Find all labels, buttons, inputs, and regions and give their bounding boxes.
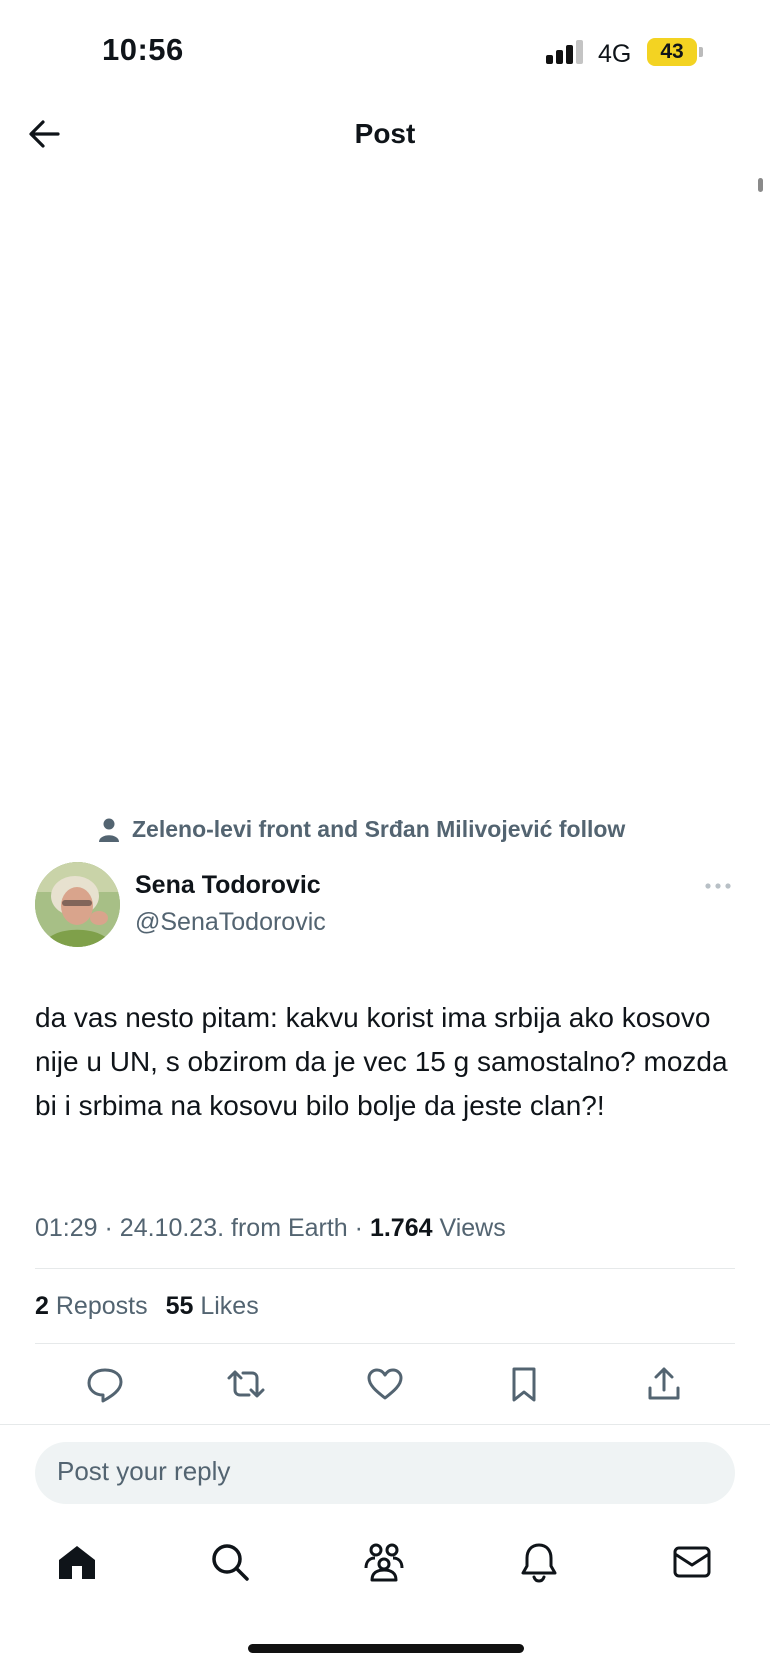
person-icon: [99, 818, 119, 842]
messages-icon: [673, 1546, 711, 1578]
likes-count: 55: [165, 1292, 194, 1320]
divider: [35, 1343, 735, 1344]
reposts-label: Reposts: [55, 1292, 148, 1320]
notifications-icon: [521, 1543, 557, 1583]
nav-communities[interactable]: [362, 1540, 406, 1584]
more-options-button[interactable]: [704, 878, 732, 894]
divider: [0, 1424, 770, 1425]
home-icon: [59, 1546, 95, 1579]
reposts-stat[interactable]: 2 Reposts: [35, 1292, 148, 1321]
status-bar: 10:56 4G 43: [0, 0, 770, 100]
like-button[interactable]: [364, 1364, 406, 1404]
avatar[interactable]: [35, 862, 120, 947]
likes-label: Likes: [200, 1292, 259, 1320]
communities-icon: [364, 1543, 404, 1582]
post-date: 24.10.23.: [119, 1214, 225, 1242]
nav-notifications[interactable]: [517, 1540, 561, 1584]
like-icon: [367, 1368, 403, 1400]
share-icon: [648, 1367, 680, 1400]
reply-icon: [87, 1368, 123, 1403]
likes-stat[interactable]: 55 Likes: [166, 1292, 259, 1321]
reposts-count: 2: [35, 1292, 49, 1320]
author-name[interactable]: Sena Todorovic: [135, 871, 321, 900]
author-handle[interactable]: @SenaTodorovic: [135, 908, 326, 937]
social-context-text: Zeleno-levi front and Srđan Milivojević …: [132, 816, 626, 842]
battery-icon: 43: [647, 38, 697, 66]
more-horizontal-icon: [705, 883, 731, 889]
post-time: 01:29: [35, 1214, 98, 1242]
views-count[interactable]: 1.764: [370, 1214, 433, 1242]
post-stats: 2 Reposts 55 Likes: [35, 1292, 259, 1321]
signal-strength-icon: [546, 40, 584, 64]
home-indicator[interactable]: [248, 1644, 524, 1653]
bookmark-button[interactable]: [503, 1364, 545, 1404]
post-source: from Earth: [231, 1214, 348, 1242]
search-icon: [212, 1544, 249, 1581]
meta-separator: ·: [354, 1214, 363, 1242]
share-button[interactable]: [643, 1364, 685, 1404]
post-meta: 01:29 · 24.10.23. from Earth · 1.764 Vie…: [35, 1214, 506, 1243]
meta-separator: ·: [104, 1214, 113, 1242]
page-title: Post: [354, 118, 416, 149]
status-time: 10:56: [102, 32, 184, 67]
nav-search[interactable]: [208, 1540, 252, 1584]
post-text: da vas nesto pitam: kakvu korist ima srb…: [35, 1002, 728, 1121]
views-label[interactable]: Views: [439, 1214, 505, 1242]
reply-placeholder: Post your reply: [57, 1456, 231, 1486]
social-context[interactable]: Zeleno-levi front and Srđan Milivojević …: [98, 816, 625, 843]
nav-home[interactable]: [55, 1540, 99, 1584]
repost-button[interactable]: [225, 1364, 267, 1404]
reply-input[interactable]: Post your reply: [35, 1442, 735, 1504]
reply-button[interactable]: [84, 1364, 126, 1404]
avatar-image: [35, 862, 120, 947]
repost-icon: [227, 1370, 265, 1398]
battery-tip: [699, 47, 703, 57]
post-header: Post: [0, 100, 770, 172]
network-type: 4G: [598, 40, 632, 68]
scroll-indicator[interactable]: [758, 178, 763, 192]
divider: [35, 1268, 735, 1269]
bookmark-icon: [512, 1367, 536, 1402]
nav-messages[interactable]: [670, 1540, 714, 1584]
